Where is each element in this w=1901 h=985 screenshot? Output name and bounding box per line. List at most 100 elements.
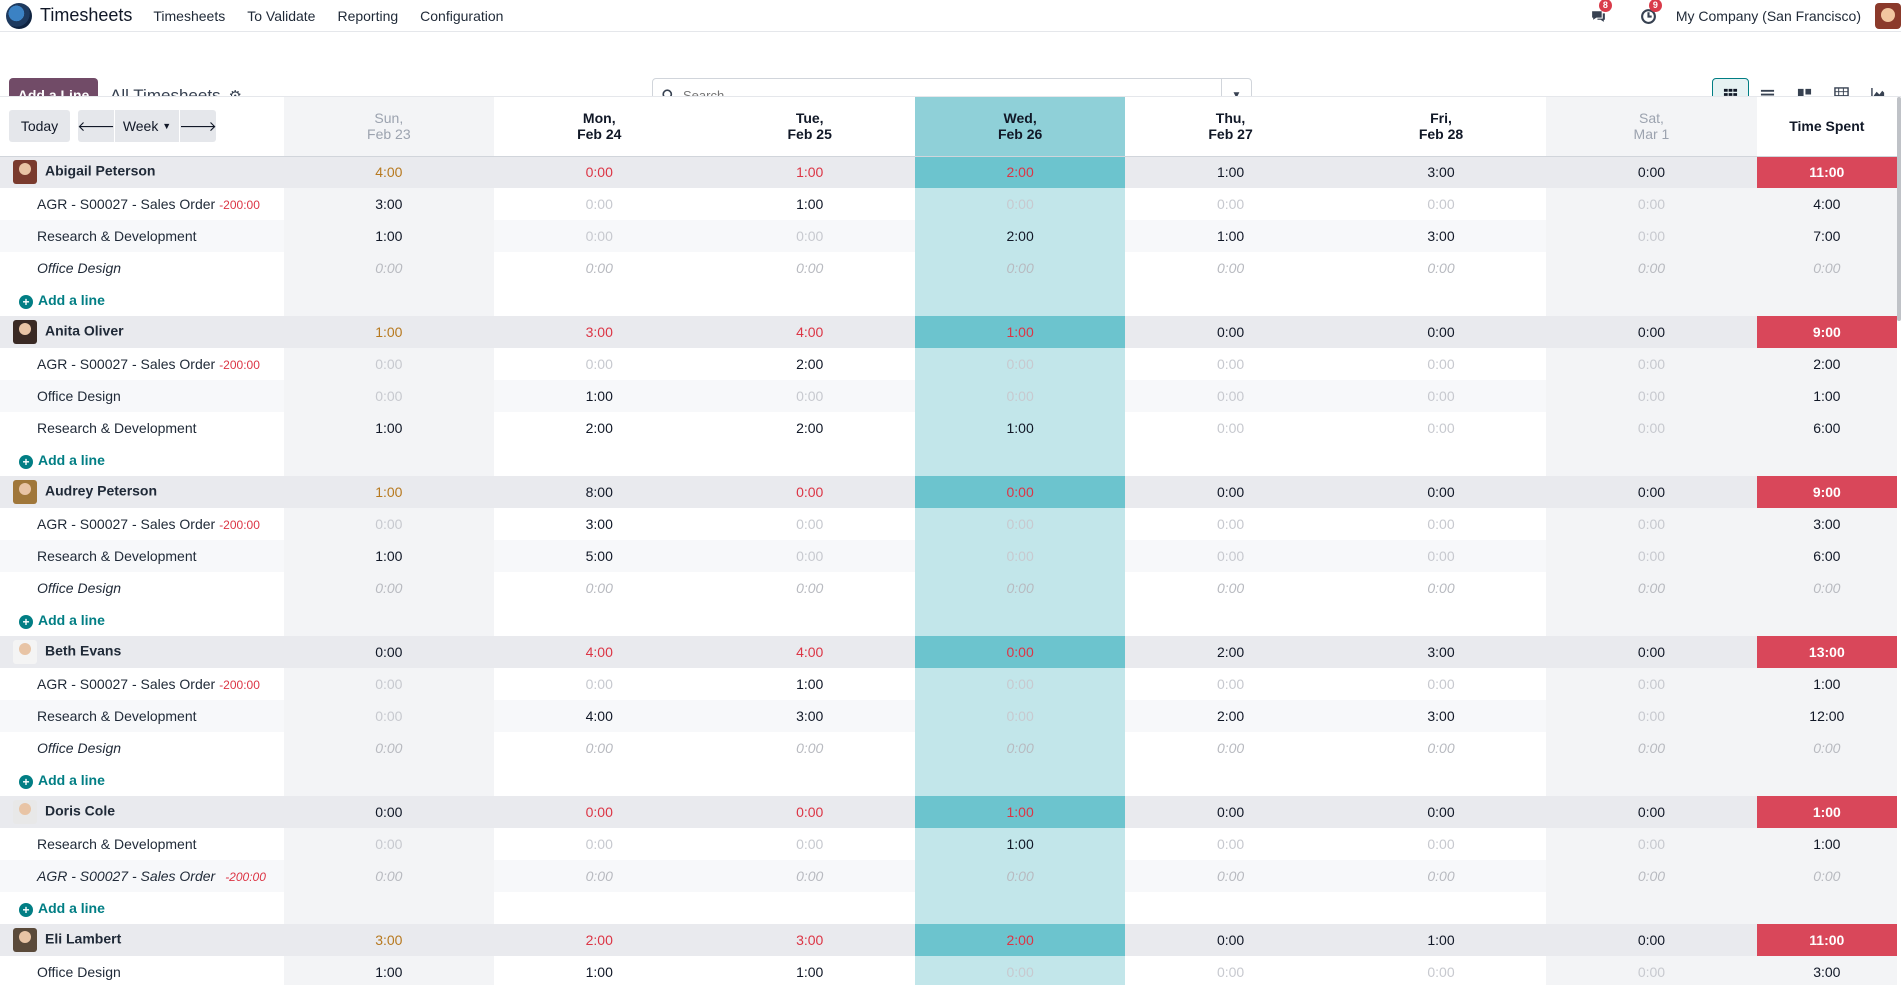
add-a-line-link[interactable]: + Add a line xyxy=(0,764,284,796)
employee-name-cell[interactable]: Abigail Peterson xyxy=(0,156,284,188)
hours-cell[interactable]: 0:00 xyxy=(1125,508,1335,540)
hours-cell[interactable]: 0:00 xyxy=(1546,380,1757,412)
hours-cell[interactable]: 0:00 xyxy=(494,668,704,700)
app-name[interactable]: Timesheets xyxy=(40,5,132,26)
menu-reporting[interactable]: Reporting xyxy=(337,8,398,24)
hours-cell[interactable]: 0:00 xyxy=(283,668,495,700)
hours-cell[interactable]: 0:00 xyxy=(1546,412,1757,444)
hours-cell[interactable]: 0:00 xyxy=(1335,540,1547,572)
next-button[interactable]: 🡒 xyxy=(179,110,217,143)
employee-row[interactable]: Doris Cole 0:00 0:00 0:00 1:00 0:00 0:00 0:00 1:… xyxy=(0,796,1897,828)
hours-cell[interactable]: 0:00 xyxy=(914,508,1126,540)
add-a-line-link[interactable]: + Add a line xyxy=(0,892,284,924)
employee-row[interactable]: Abigail Peterson 4:00 0:00 1:00 2:00 1:00 3:00… xyxy=(0,156,1897,188)
hours-cell[interactable]: 1:00 xyxy=(494,380,705,412)
hours-cell[interactable]: 0:00 xyxy=(704,252,914,284)
hours-cell[interactable]: 0:00 xyxy=(1125,828,1335,860)
hours-cell[interactable]: 0:00 xyxy=(1336,572,1546,604)
employee-row[interactable]: Beth Evans 0:00 4:00 4:00 0:00 2:00 3:00 0:00 13… xyxy=(0,636,1897,668)
line-label[interactable]: Office Design xyxy=(0,956,284,985)
hours-cell[interactable]: 0:00 xyxy=(1125,540,1336,572)
app-logo-icon[interactable] xyxy=(6,2,32,29)
today-button[interactable]: Today xyxy=(9,110,70,143)
hours-cell[interactable]: 0:00 xyxy=(1125,668,1335,700)
hours-cell[interactable]: 0:00 xyxy=(1336,412,1546,444)
hours-cell[interactable]: 1:00 xyxy=(283,220,495,252)
line-label[interactable]: Research & Development xyxy=(0,220,284,252)
hours-cell[interactable]: 0:00 xyxy=(283,348,495,380)
hours-cell[interactable]: 0:00 xyxy=(283,700,495,732)
hours-cell[interactable]: 0:00 xyxy=(1546,668,1757,700)
hours-cell[interactable]: 0:00 xyxy=(914,252,1126,284)
hours-cell[interactable]: 0:00 xyxy=(283,732,495,764)
hours-cell[interactable]: 0:00 xyxy=(704,572,914,604)
hours-cell[interactable]: 0:00 xyxy=(914,188,1126,220)
menu-timesheets[interactable]: Timesheets xyxy=(153,8,225,24)
hours-cell[interactable]: 1:00 xyxy=(283,412,495,444)
hours-cell[interactable]: 1:00 xyxy=(914,828,1126,860)
hours-cell[interactable]: 3:00 xyxy=(1335,220,1547,252)
hours-cell[interactable]: 0:00 xyxy=(283,252,495,284)
hours-cell[interactable]: 0:00 xyxy=(1125,412,1335,444)
hours-cell[interactable]: 0:00 xyxy=(1546,348,1757,380)
hours-cell[interactable]: 0:00 xyxy=(704,508,914,540)
hours-cell[interactable]: 0:00 xyxy=(704,828,914,860)
hours-cell[interactable]: 0:00 xyxy=(704,860,915,892)
hours-cell[interactable]: 0:00 xyxy=(1336,668,1546,700)
hours-cell[interactable]: 0:00 xyxy=(494,252,704,284)
hours-cell[interactable]: 0:00 xyxy=(1335,860,1547,892)
hours-cell[interactable]: 0:00 xyxy=(1335,380,1547,412)
add-a-line-link[interactable]: + Add a line xyxy=(0,604,284,636)
menu-to-validate[interactable]: To Validate xyxy=(247,8,315,24)
hours-cell[interactable]: 0:00 xyxy=(914,700,1126,732)
hours-cell[interactable]: 0:00 xyxy=(1336,252,1546,284)
hours-cell[interactable]: 0:00 xyxy=(1125,572,1335,604)
hours-cell[interactable]: 1:00 xyxy=(494,956,704,985)
hours-cell[interactable]: 0:00 xyxy=(914,956,1126,985)
hours-cell[interactable]: 0:00 xyxy=(1546,860,1757,892)
hours-cell[interactable]: 0:00 xyxy=(283,828,495,860)
employee-name-cell[interactable]: Eli Lambert xyxy=(0,924,284,956)
company-switcher[interactable]: My Company (San Francisco) xyxy=(1676,8,1861,24)
hours-cell[interactable]: 0:00 xyxy=(1125,956,1335,985)
hours-cell[interactable]: 0:00 xyxy=(494,220,705,252)
line-label[interactable]: Research & Development xyxy=(0,540,284,572)
activities-button[interactable]: 9 xyxy=(1639,0,1662,26)
range-dropdown[interactable]: Week ▼ xyxy=(115,110,179,143)
hours-cell[interactable]: 0:00 xyxy=(1336,956,1546,985)
hours-cell[interactable]: 0:00 xyxy=(1125,732,1335,764)
hours-cell[interactable]: 0:00 xyxy=(494,572,704,604)
hours-cell[interactable]: 0:00 xyxy=(494,188,704,220)
hours-cell[interactable]: 3:00 xyxy=(1335,700,1547,732)
line-label[interactable]: AGR - S00027 - Sales Order -200:00 xyxy=(0,668,284,700)
hours-cell[interactable]: 0:00 xyxy=(704,220,915,252)
hours-cell[interactable]: 2:00 xyxy=(494,412,704,444)
hours-cell[interactable]: 1:00 xyxy=(704,668,914,700)
line-label[interactable]: AGR - S00027 - Sales Order -200:00 xyxy=(0,348,284,380)
hours-cell[interactable]: 0:00 xyxy=(1125,860,1336,892)
hours-cell[interactable]: 0:00 xyxy=(283,860,495,892)
hours-cell[interactable]: 0:00 xyxy=(283,380,495,412)
hours-cell[interactable]: 0:00 xyxy=(1125,252,1335,284)
hours-cell[interactable]: 0:00 xyxy=(914,380,1126,412)
hours-cell[interactable]: 0:00 xyxy=(494,348,704,380)
hours-cell[interactable]: 0:00 xyxy=(1546,572,1757,604)
hours-cell[interactable]: 0:00 xyxy=(283,508,495,540)
hours-cell[interactable]: 0:00 xyxy=(1546,220,1757,252)
hours-cell[interactable]: 0:00 xyxy=(1546,252,1757,284)
hours-cell[interactable]: 1:00 xyxy=(1125,220,1336,252)
scrollbar[interactable] xyxy=(1897,97,1901,321)
hours-cell[interactable]: 0:00 xyxy=(1546,540,1757,572)
line-label[interactable]: Research & Development xyxy=(0,700,284,732)
hours-cell[interactable]: 0:00 xyxy=(1546,828,1757,860)
hours-cell[interactable]: 0:00 xyxy=(914,540,1126,572)
hours-cell[interactable]: 3:00 xyxy=(704,700,915,732)
line-label[interactable]: Research & Development xyxy=(0,412,284,444)
hours-cell[interactable]: 0:00 xyxy=(704,380,915,412)
hours-cell[interactable]: 0:00 xyxy=(283,572,495,604)
line-label[interactable]: AGR - S00027 - Sales Order -200:00 xyxy=(0,860,284,892)
hours-cell[interactable]: 0:00 xyxy=(1336,348,1546,380)
hours-cell[interactable]: 0:00 xyxy=(1546,700,1757,732)
hours-cell[interactable]: 0:00 xyxy=(704,540,915,572)
hours-cell[interactable]: 1:00 xyxy=(914,412,1126,444)
